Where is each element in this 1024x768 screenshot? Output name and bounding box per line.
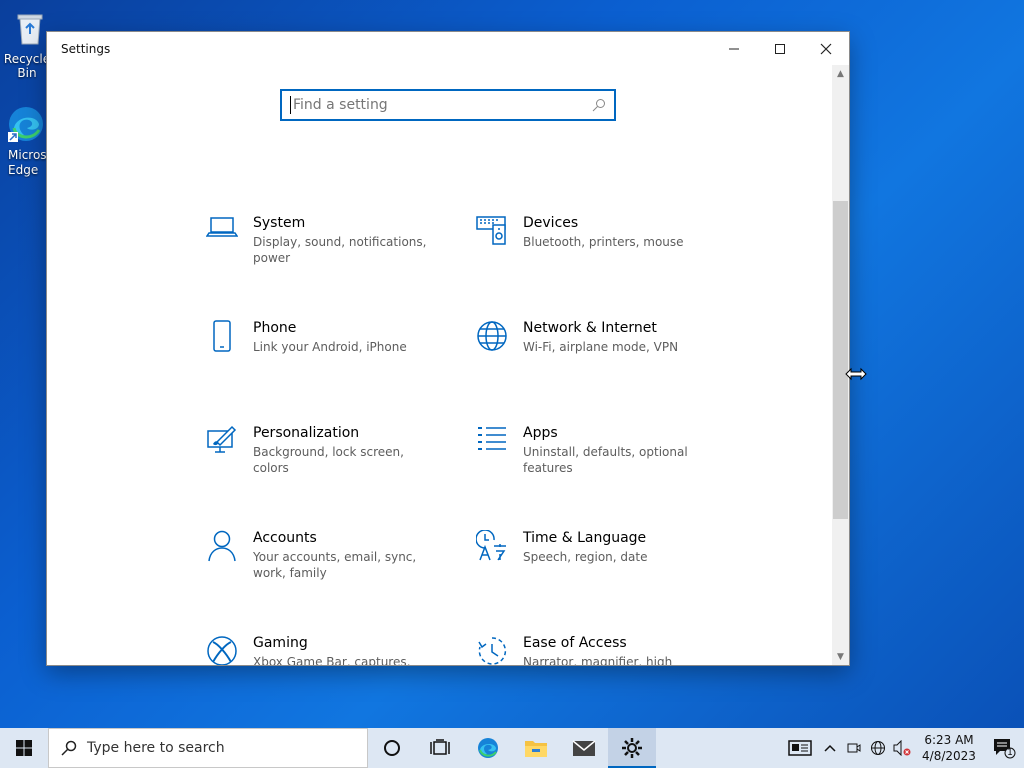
gear-icon: [622, 738, 642, 758]
tile-name: Apps: [523, 425, 558, 441]
edge-icon: [6, 104, 46, 144]
taskbar: Type here to search 6:23 AM 4/8/2023 1: [0, 728, 1024, 768]
volume-button[interactable]: [890, 728, 914, 768]
clock-date: 4/8/2023: [922, 749, 976, 763]
minimize-icon: [729, 48, 739, 49]
scroll-up-arrow[interactable]: ▲: [832, 65, 849, 82]
windows-logo-icon: [16, 740, 32, 756]
settings-tile-network[interactable]: Network & Internet Wi-Fi, airplane mode,…: [467, 320, 717, 410]
settings-tile-devices[interactable]: Devices Bluetooth, printers, mouse: [467, 215, 717, 305]
task-view-button[interactable]: [416, 728, 464, 768]
settings-window: Settings System: [47, 32, 849, 665]
volume-muted-icon: [893, 740, 911, 756]
tile-description: Speech, region, date: [523, 550, 648, 564]
text-caret: [290, 96, 291, 114]
paint-icon: [197, 425, 247, 465]
network-button[interactable]: [866, 728, 890, 768]
notification-count: 1: [1007, 748, 1013, 758]
folder-icon: [525, 741, 547, 757]
apps-list-icon: [467, 425, 517, 465]
settings-tile-gaming[interactable]: Gaming Xbox Game Bar, captures, Game Mod…: [197, 635, 447, 665]
clock[interactable]: 6:23 AM 4/8/2023: [914, 732, 984, 764]
settings-tile-time-language[interactable]: Time & Language Speech, region, date: [467, 530, 717, 620]
resize-cursor-icon: [845, 366, 867, 385]
tile-description: Bluetooth, printers, mouse: [523, 235, 684, 249]
cortana-button[interactable]: [368, 728, 416, 768]
taskbar-search-label: Type here to search: [87, 740, 225, 756]
tile-name: Gaming: [253, 635, 308, 651]
tile-name: Accounts: [253, 530, 317, 546]
tile-name: System: [253, 215, 306, 231]
show-hidden-icons-button[interactable]: [818, 728, 842, 768]
settings-home: System Display, sound, notifications, po…: [47, 65, 831, 665]
minimize-button[interactable]: [711, 32, 757, 65]
tile-description: Your accounts, email, sync, work, family: [253, 550, 417, 580]
taskbar-settings-button[interactable]: [608, 728, 656, 768]
desktop-icon-edge[interactable]: Microsoft Edge: [0, 104, 52, 178]
file-explorer-button[interactable]: [512, 728, 560, 768]
tile-name: Time & Language: [523, 530, 647, 546]
ease-of-access-icon: [467, 635, 517, 665]
mail-button[interactable]: [560, 728, 608, 768]
cortana-icon: [384, 740, 400, 756]
network-globe-icon: [871, 741, 885, 755]
settings-tile-phone[interactable]: Phone Link your Android, iPhone: [197, 320, 447, 410]
close-icon: [820, 43, 832, 54]
window-title: Settings: [61, 41, 111, 56]
tile-description: Display, sound, notifications, power: [253, 235, 427, 265]
taskbar-search-box[interactable]: Type here to search: [48, 728, 368, 768]
settings-tile-system[interactable]: System Display, sound, notifications, po…: [197, 215, 447, 305]
laptop-icon: [197, 215, 247, 255]
tile-description: Xbox Game Bar, captures, Game Mode: [253, 655, 411, 665]
time-language-icon: [467, 530, 517, 570]
person-icon: [197, 530, 247, 570]
clock-time: 6:23 AM: [924, 733, 974, 747]
search-box[interactable]: [280, 89, 616, 121]
settings-tile-accounts[interactable]: Accounts Your accounts, email, sync, wor…: [197, 530, 447, 620]
tile-description: Link your Android, iPhone: [253, 340, 407, 354]
chevron-up-icon: [824, 744, 836, 752]
mail-icon: [572, 740, 596, 756]
settings-tile-apps[interactable]: Apps Uninstall, defaults, optional featu…: [467, 425, 717, 515]
globe-icon: [467, 320, 517, 360]
title-bar[interactable]: Settings: [47, 32, 849, 65]
maximize-button[interactable]: [757, 32, 803, 65]
settings-tile-personalization[interactable]: Personalization Background, lock screen,…: [197, 425, 447, 515]
action-center-button[interactable]: 1: [984, 728, 1024, 768]
task-view-icon: [430, 739, 450, 755]
system-tray: 6:23 AM 4/8/2023 1: [782, 728, 1024, 768]
close-button[interactable]: [803, 32, 849, 65]
phone-icon: [197, 320, 247, 360]
maximize-icon: [775, 43, 785, 54]
tile-name: Personalization: [253, 425, 360, 441]
search-icon: [592, 99, 605, 112]
settings-tile-ease-of-access[interactable]: Ease of Access Narrator, magnifier, high…: [467, 635, 717, 665]
tile-description: Background, lock screen, colors: [253, 445, 404, 475]
tile-description: Narrator, magnifier, high contrast: [523, 655, 673, 665]
edge-icon: [478, 738, 498, 758]
taskbar-edge-button[interactable]: [464, 728, 512, 768]
desktop-icon-label: Microsoft Edge: [8, 148, 52, 177]
tile-name: Devices: [523, 215, 579, 231]
devices-icon: [467, 215, 517, 255]
meet-now-icon: [847, 743, 861, 753]
scroll-down-arrow[interactable]: ▼: [832, 648, 849, 665]
vertical-scrollbar[interactable]: ▲ ▼: [832, 65, 849, 665]
tile-name: Phone: [253, 320, 297, 336]
tile-description: Uninstall, defaults, optional features: [523, 445, 688, 475]
news-icon: [788, 740, 812, 756]
tile-name: Network & Internet: [523, 320, 657, 336]
tile-description: Wi-Fi, airplane mode, VPN: [523, 340, 679, 354]
tray-app-button[interactable]: [842, 728, 866, 768]
recycle-bin-icon: [10, 8, 50, 48]
search-input[interactable]: [293, 97, 592, 113]
scrollbar-thumb[interactable]: [833, 201, 848, 519]
start-button[interactable]: [0, 728, 48, 768]
search-icon: [61, 740, 77, 756]
tile-name: Ease of Access: [523, 635, 627, 651]
xbox-icon: [197, 635, 247, 665]
news-button[interactable]: [782, 728, 818, 768]
